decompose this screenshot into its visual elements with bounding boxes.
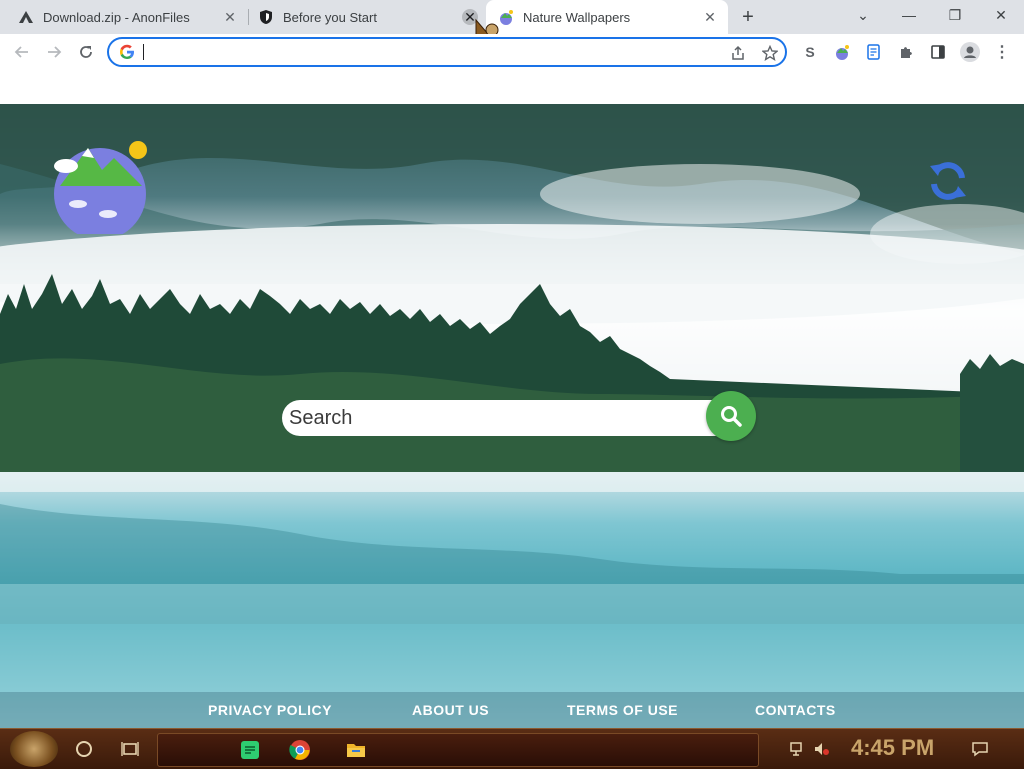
- nature-wallpapers-extension-icon[interactable]: [832, 42, 852, 62]
- terms-of-use-link[interactable]: TERMS OF USE: [567, 702, 678, 718]
- google-icon: [119, 44, 135, 65]
- browser-toolbar: S ⋮: [0, 34, 1024, 72]
- tab-before-you-start[interactable]: Before you Start ✕: [240, 0, 488, 34]
- reload-icon: [80, 46, 92, 58]
- chrome-icon[interactable]: [288, 738, 312, 762]
- restore-button[interactable]: ❐: [938, 4, 972, 26]
- taskbar-apps: [157, 733, 759, 767]
- site-logo[interactable]: [50, 134, 150, 240]
- start-button[interactable]: [10, 731, 58, 767]
- tab-search-button[interactable]: ⌄: [846, 4, 880, 26]
- tab-nature-wallpapers[interactable]: Nature Wallpapers ✕: [486, 0, 728, 34]
- back-arrow-icon: [14, 46, 28, 58]
- tab-strip: Download.zip - AnonFiles ✕ Before you St…: [0, 0, 1024, 49]
- shield-icon: [258, 9, 274, 25]
- footer-links: PRIVACY POLICY ABOUT US TERMS OF USE CON…: [0, 692, 1024, 728]
- contacts-link[interactable]: CONTACTS: [755, 702, 836, 718]
- taskbar-clock[interactable]: 4:45 PM: [851, 735, 934, 761]
- profile-avatar-icon[interactable]: [960, 42, 980, 62]
- privacy-policy-link[interactable]: PRIVACY POLICY: [208, 702, 332, 718]
- task-view-icon[interactable]: [118, 737, 142, 761]
- share-icon[interactable]: [729, 44, 747, 62]
- volume-muted-icon[interactable]: [810, 737, 834, 761]
- minimize-button[interactable]: —: [892, 4, 926, 26]
- browser-menu-icon[interactable]: ⋮: [992, 42, 1012, 62]
- extension-s-icon[interactable]: S: [800, 42, 820, 62]
- nature-hero: PRIVACY POLICY ABOUT US TERMS OF USE CON…: [0, 104, 1024, 728]
- anonfiles-icon: [18, 9, 34, 25]
- close-icon[interactable]: ✕: [222, 9, 238, 25]
- bookmark-star-icon[interactable]: [761, 44, 779, 62]
- tab-title: Nature Wallpapers: [523, 9, 631, 25]
- search-icon: [721, 406, 742, 427]
- file-explorer-icon[interactable]: [344, 738, 368, 762]
- address-bar[interactable]: [107, 37, 787, 67]
- text-caret: [143, 44, 144, 60]
- taskbar: 4:45 PM: [0, 728, 1024, 769]
- tab-title: Before you Start: [283, 9, 377, 25]
- reload-button[interactable]: [72, 38, 100, 66]
- search-input[interactable]: [282, 400, 722, 436]
- web-page: PRIVACY POLICY ABOUT US TERMS OF USE CON…: [0, 72, 1024, 728]
- about-us-link[interactable]: ABOUT US: [412, 702, 489, 718]
- notes-extension-icon[interactable]: [864, 42, 884, 62]
- forward-button[interactable]: [40, 38, 68, 66]
- back-button[interactable]: [8, 38, 36, 66]
- address-input[interactable]: [141, 42, 705, 64]
- notifications-icon[interactable]: [968, 737, 992, 761]
- refresh-wallpaper-icon[interactable]: [924, 156, 972, 209]
- search-button[interactable]: [706, 391, 756, 441]
- new-tab-button[interactable]: +: [736, 6, 760, 28]
- search-circle-icon[interactable]: [72, 737, 96, 761]
- tab-title: Download.zip - AnonFiles: [43, 9, 190, 25]
- notes-app-icon[interactable]: [238, 738, 262, 762]
- close-window-button[interactable]: ✕: [984, 4, 1018, 26]
- close-icon[interactable]: ✕: [702, 9, 718, 25]
- tab-anonfiles[interactable]: Download.zip - AnonFiles ✕: [0, 0, 248, 34]
- network-icon[interactable]: [786, 737, 810, 761]
- extensions-puzzle-icon[interactable]: [896, 42, 916, 62]
- search-box: [282, 391, 756, 441]
- side-panel-icon[interactable]: [928, 42, 948, 62]
- forward-arrow-icon: [48, 46, 62, 58]
